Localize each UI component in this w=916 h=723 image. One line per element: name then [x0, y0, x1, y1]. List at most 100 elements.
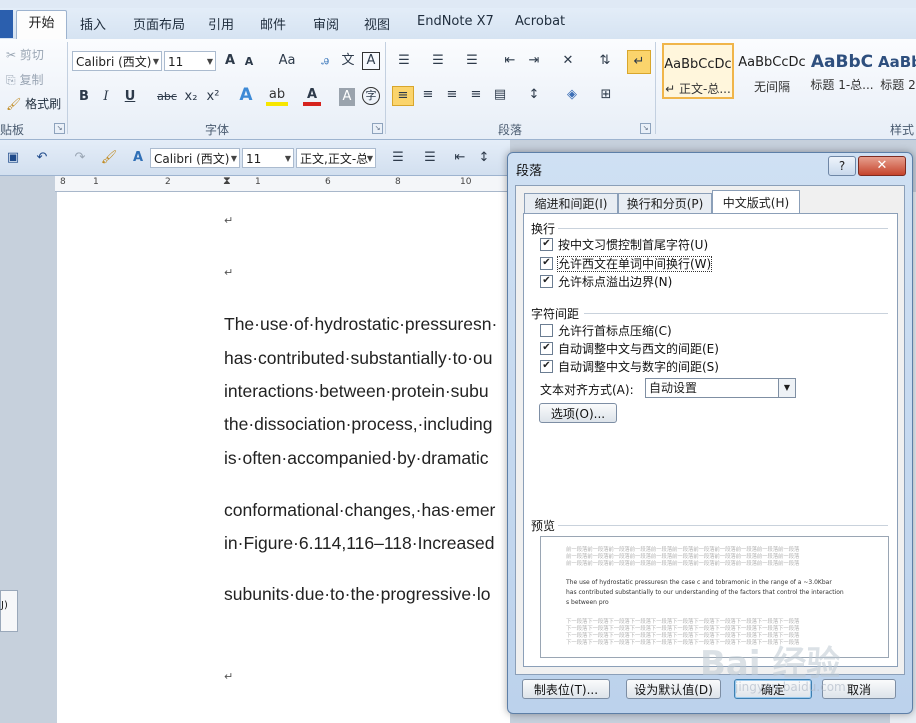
tab-insert[interactable]: 插入 [80, 14, 106, 33]
checkbox[interactable] [540, 324, 553, 337]
enclose-char-icon[interactable]: 字 [362, 87, 380, 105]
checkbox-row[interactable]: ✔ 允许西文在单词中间换行(W) [540, 256, 713, 272]
document-page[interactable]: ↵ ↵ The·use·of·hydrostatic·pressuresn· h… [57, 192, 510, 723]
help-button[interactable]: ? [828, 156, 856, 176]
indent-icon[interactable]: ⇤ [450, 149, 470, 167]
chevron-down-icon: ▼ [284, 154, 291, 163]
font-size-combo[interactable]: 11 ▼ [164, 51, 216, 71]
checkbox[interactable]: ✔ [540, 275, 553, 288]
tab-acrobat[interactable]: Acrobat [515, 14, 565, 32]
line-spacing-icon[interactable]: ↕ [522, 86, 546, 104]
bold-button[interactable]: B [76, 88, 92, 106]
align-left-icon[interactable]: ≡ [392, 86, 414, 106]
copy-button[interactable]: ⎘ 复制 [6, 71, 43, 88]
phonetic-guide-icon[interactable]: 文 [338, 52, 358, 70]
text-effects-icon[interactable]: A [130, 149, 146, 167]
save-icon[interactable]: ▣ [5, 149, 21, 167]
text-align-label: 文本对齐方式(A): [540, 383, 634, 397]
brush-icon[interactable]: 🖌 [100, 149, 118, 167]
bullets-icon[interactable]: ☰ [388, 149, 408, 167]
borders-icon[interactable]: ⊞ [594, 86, 618, 104]
format-painter-button[interactable]: 🖌 格式刷 [6, 95, 61, 112]
tabstops-button[interactable]: 制表位(T)... [522, 679, 610, 699]
clipboard-launcher-icon[interactable]: ↘ [54, 123, 65, 134]
align-right-icon[interactable]: ≡ [442, 86, 462, 104]
font-name-value: Calibri (西文) [76, 55, 152, 69]
tab-mailings[interactable]: 邮件 [260, 14, 286, 33]
strikethrough-button[interactable]: abc [156, 88, 178, 106]
paragraph-mark: ↵ [224, 670, 234, 683]
chevron-down-icon: ▼ [778, 379, 795, 397]
qat-style-combo[interactable]: 正文,正文-总 ▼ [296, 148, 376, 168]
clear-format-icon[interactable]: ꭿ [316, 52, 334, 70]
text-effects-icon[interactable]: A [236, 86, 256, 104]
line-spacing-icon[interactable]: ↕ [474, 149, 494, 167]
char-border-icon[interactable]: A [362, 52, 380, 70]
tab-home[interactable]: 开始 [16, 10, 67, 40]
bullets-icon[interactable]: ☰ [394, 52, 414, 70]
tab-review[interactable]: 审阅 [313, 14, 339, 33]
char-shading-icon[interactable]: A [339, 88, 355, 106]
indent-marker-icon[interactable]: ⧗ [223, 174, 231, 188]
justify-icon[interactable]: ≡ [466, 86, 486, 104]
checkbox[interactable]: ✔ [540, 342, 553, 355]
style-item[interactable]: AaBb 标题 2 [878, 43, 916, 99]
close-button[interactable]: ✕ [858, 156, 906, 176]
checkbox-row[interactable]: ✔ 按中文习惯控制首尾字符(U) [540, 238, 708, 253]
qat-font-size-combo[interactable]: 11 ▼ [242, 148, 294, 168]
checkbox-row[interactable]: ✔ 自动调整中文与西文的间距(E) [540, 342, 719, 357]
checkbox[interactable]: ✔ [540, 238, 553, 251]
checkbox-label: 自动调整中文与西文的间距(E) [558, 342, 719, 356]
text-align-select[interactable]: 自动设置 ▼ [645, 378, 796, 398]
shrink-font-icon[interactable]: A [241, 53, 257, 71]
char-scaling-icon[interactable]: ✕ [556, 52, 580, 70]
side-popup[interactable]: J) [0, 590, 18, 632]
cut-button[interactable]: ✂ 剪切 [6, 46, 44, 63]
highlight-icon[interactable]: ab [266, 86, 288, 106]
tab-view[interactable]: 视图 [364, 14, 390, 33]
show-marks-icon[interactable]: ↵ [627, 50, 651, 74]
tab-endnote[interactable]: EndNote X7 [417, 14, 494, 32]
options-button[interactable]: 选项(O)... [539, 403, 617, 423]
document-line: is·often·accompanied·by·dramatic [224, 448, 489, 468]
italic-button[interactable]: I [98, 88, 114, 106]
multilevel-list-icon[interactable]: ☰ [420, 149, 440, 167]
grow-font-icon[interactable]: A [221, 52, 239, 70]
style-item[interactable]: AaBbCcDc ↵ 正文-总... [662, 43, 734, 99]
file-tab[interactable] [0, 10, 13, 38]
font-name-combo[interactable]: Calibri (西文) ▼ [72, 51, 162, 71]
checkbox-row[interactable]: ✔ 允许标点溢出边界(N) [540, 275, 672, 290]
sort-icon[interactable]: ⇅ [594, 52, 616, 70]
checkbox-row[interactable]: ✔ 自动调整中文与数字的间距(S) [540, 360, 719, 375]
subscript-button[interactable]: x₂ [182, 88, 200, 106]
underline-button[interactable]: U [122, 88, 138, 106]
font-launcher-icon[interactable]: ↘ [372, 123, 383, 134]
checkbox-row[interactable]: 允许行首标点压缩(C) [540, 324, 672, 339]
checkbox[interactable]: ✔ [540, 360, 553, 373]
superscript-button[interactable]: x² [204, 88, 222, 106]
shading-icon[interactable]: ◈ [560, 86, 584, 104]
multilevel-list-icon[interactable]: ☰ [462, 52, 482, 70]
undo-icon[interactable]: ↶ [34, 149, 50, 167]
change-case-icon[interactable]: Aa [274, 52, 300, 70]
increase-indent-icon[interactable]: ⇥ [524, 52, 544, 70]
decrease-indent-icon[interactable]: ⇤ [500, 52, 520, 70]
paragraph-launcher-icon[interactable]: ↘ [640, 123, 651, 134]
tab-page-layout[interactable]: 页面布局 [133, 14, 185, 33]
style-item[interactable]: AaBbCcDc 无间隔 [736, 43, 808, 99]
align-center-icon[interactable]: ≡ [418, 86, 438, 104]
section-divider [558, 525, 888, 526]
tab-indent-spacing[interactable]: 缩进和间距(I) [524, 193, 618, 214]
distribute-icon[interactable]: ▤ [490, 86, 510, 104]
tab-line-page-breaks[interactable]: 换行和分页(P) [618, 193, 712, 214]
numbering-icon[interactable]: ☰ [428, 52, 448, 70]
qat-font-name-combo[interactable]: Calibri (西文) ▼ [150, 148, 240, 168]
redo-icon[interactable]: ↷ [72, 149, 88, 167]
horizontal-ruler[interactable]: 8 1 2 ⧗ 1 6 8 10 [55, 174, 510, 192]
ruler-mark: 8 [60, 177, 66, 187]
tab-references[interactable]: 引用 [208, 14, 234, 33]
style-item[interactable]: AaBbC 标题 1-总... [810, 43, 874, 99]
checkbox[interactable]: ✔ [540, 257, 553, 270]
tab-asian-typography[interactable]: 中文版式(H) [712, 190, 800, 215]
font-color-icon[interactable]: A [303, 86, 321, 106]
